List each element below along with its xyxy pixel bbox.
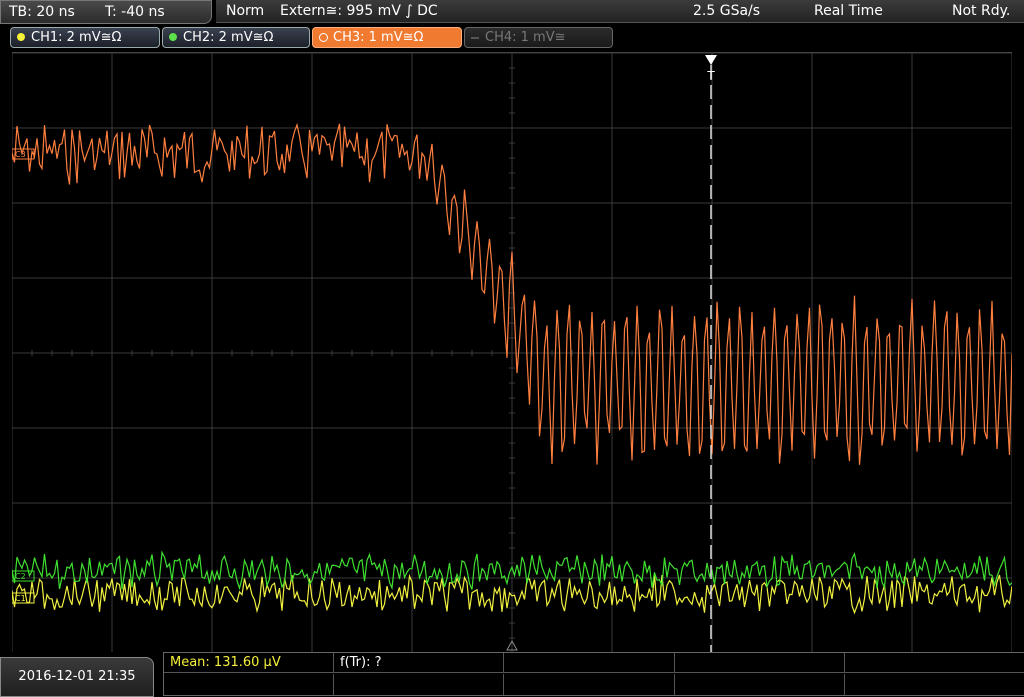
measurement-table: Mean: 131.60 µV f(Tr): ? — [163, 652, 1024, 696]
trigger-source[interactable]: Extern≅: 995 mV ∫ DC — [280, 0, 438, 22]
top-bar: TB: 20 ns T: -40 ns Norm Extern≅: 995 mV… — [0, 0, 1024, 24]
acquisition-mode: Real Time — [814, 3, 883, 19]
sample-rate: 2.5 GSa/s — [693, 3, 761, 19]
channel-4-button[interactable]: CH4: 1 mV≅ — [464, 27, 613, 48]
trigger-frequency-measurement[interactable]: f(Tr): ? — [334, 653, 504, 673]
channel-1-offset-label: C1 — [15, 594, 26, 603]
channel-2-button[interactable]: CH2: 2 mV≅Ω — [162, 27, 310, 48]
acquisition-state: Not Rdy. — [952, 3, 1011, 19]
measurement-slot-7[interactable] — [334, 674, 504, 695]
channel-1-label: CH1: 2 mV≅Ω — [31, 30, 122, 45]
measurement-slot-8[interactable] — [504, 674, 675, 695]
bottom-bar: 2016-12-01 21:35 Mean: 131.60 µV f(Tr): … — [0, 652, 1024, 697]
waveform-display[interactable]: T C3 C2 C1 — [11, 52, 1013, 654]
channel-bar: CH1: 2 mV≅Ω CH2: 2 mV≅Ω CH3: 1 mV≅Ω CH4:… — [0, 25, 1024, 49]
datetime-display: 2016-12-01 21:35 — [0, 657, 154, 697]
channel-2-dot-icon — [169, 33, 177, 41]
channel-4-off-icon — [471, 37, 479, 39]
channel-3-button[interactable]: CH3: 1 mV≅Ω — [312, 27, 462, 48]
trigger-offset-value: T: -40 ns — [105, 4, 165, 20]
channel-4-label: CH4: 1 mV≅ — [485, 30, 566, 45]
measurement-slot-10[interactable] — [845, 674, 1024, 695]
measurement-slot-4[interactable] — [675, 653, 845, 673]
channel-3-dot-icon — [319, 33, 328, 42]
channel-1-dot-icon — [17, 33, 25, 41]
measurement-slot-5[interactable] — [845, 653, 1024, 673]
channel-3-offset-label: C3 — [15, 150, 26, 159]
mean-measurement[interactable]: Mean: 131.60 µV — [164, 653, 334, 673]
measurement-slot-3[interactable] — [504, 653, 675, 673]
channel-2-label: CH2: 2 mV≅Ω — [183, 30, 274, 45]
status-bar: Norm Extern≅: 995 mV ∫ DC 2.5 GSa/s Real… — [216, 0, 1024, 23]
trigger-marker-label: T — [706, 69, 715, 83]
channel-3-label: CH3: 1 mV≅Ω — [333, 30, 424, 45]
trigger-mode[interactable]: Norm — [226, 0, 264, 22]
channel-2-offset-label: C2 — [15, 572, 26, 581]
channel-1-button[interactable]: CH1: 2 mV≅Ω — [10, 27, 160, 48]
trigger-marker-icon[interactable] — [705, 55, 717, 65]
graticule — [11, 52, 1013, 654]
measurement-slot-9[interactable] — [675, 674, 845, 695]
waveform-svg: T C3 C2 C1 — [11, 52, 1013, 654]
measurement-slot-6[interactable] — [164, 674, 334, 695]
timebase-value: TB: 20 ns — [9, 4, 75, 20]
timebase-panel[interactable]: TB: 20 ns T: -40 ns — [0, 0, 212, 24]
